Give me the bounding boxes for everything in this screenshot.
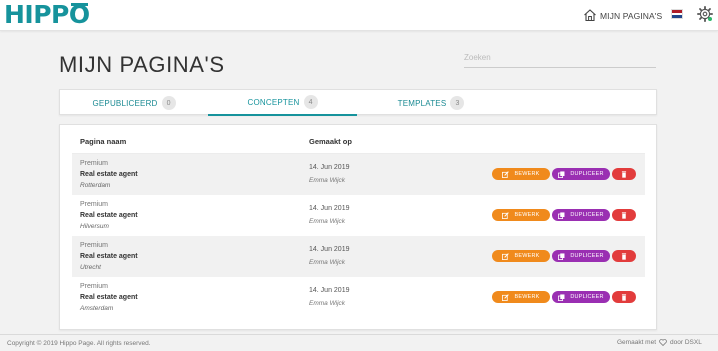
tab-count-badge: 0	[161, 96, 176, 110]
trash-icon	[621, 252, 627, 260]
tab-published[interactable]: GEPUBLICEERD 0	[60, 90, 208, 116]
page-name[interactable]: Real estate agent	[80, 171, 138, 178]
logo[interactable]: HIPPO	[4, 2, 90, 28]
edit-button[interactable]: BEWERK	[492, 250, 550, 262]
created-date: 14. Jun 2019	[309, 205, 350, 212]
page-tier: Premium	[80, 242, 109, 249]
tab-count-badge: 4	[303, 95, 318, 109]
edit-icon	[502, 293, 510, 301]
duplicate-label: DUPLICEER	[570, 253, 604, 259]
table-row: Premium Real estate agent Amsterdam 14. …	[72, 277, 645, 318]
home-icon[interactable]	[583, 8, 597, 22]
edit-label: BEWERK	[514, 171, 540, 177]
copyright-text: Copyright © 2019 Hippo Page. All rights …	[7, 340, 151, 347]
trash-icon	[621, 293, 627, 301]
created-date: 14. Jun 2019	[309, 246, 350, 253]
page-tier: Premium	[80, 160, 109, 167]
column-header-created: Gemaakt op	[309, 137, 352, 146]
trash-icon	[621, 211, 627, 219]
delete-button[interactable]	[612, 209, 636, 221]
page-location: Hilversum	[80, 223, 109, 230]
duplicate-button[interactable]: DUPLICEER	[552, 250, 610, 262]
tab-label: CONCEPTEN	[247, 97, 300, 107]
duplicate-label: DUPLICEER	[570, 171, 604, 177]
copy-icon	[558, 170, 565, 178]
trash-icon	[621, 170, 627, 178]
tab-templates[interactable]: TEMPLATES 3	[357, 90, 505, 116]
table-row: Premium Real estate agent Rotterdam 14. …	[72, 154, 645, 195]
copy-icon	[558, 293, 565, 301]
created-date: 14. Jun 2019	[309, 287, 350, 294]
page-location: Amsterdam	[80, 305, 114, 312]
page-tier: Premium	[80, 201, 109, 208]
copy-icon	[558, 252, 565, 260]
edit-button[interactable]: BEWERK	[492, 168, 550, 180]
created-by: Emma Wijck	[309, 259, 346, 266]
edit-label: BEWERK	[514, 253, 540, 259]
table-row: Premium Real estate agent Utrecht 14. Ju…	[72, 236, 645, 277]
made-with-suffix[interactable]: door DSXL	[670, 339, 702, 346]
column-header-page-name: Pagina naam	[80, 137, 127, 146]
top-bar: HIPPO MIJN PAGINA'S	[0, 0, 718, 31]
search-input[interactable]	[464, 48, 656, 68]
page-location: Rotterdam	[80, 182, 111, 189]
heart-icon	[659, 339, 667, 346]
table-row: Premium Real estate agent Hilversum 14. …	[72, 195, 645, 236]
page-name[interactable]: Real estate agent	[80, 212, 138, 219]
created-by: Emma Wijck	[309, 300, 346, 307]
made-with-credit: Gemaakt met door DSXL	[617, 339, 702, 346]
page-name[interactable]: Real estate agent	[80, 253, 138, 260]
language-flag-nl[interactable]	[671, 9, 683, 19]
edit-icon	[502, 252, 510, 260]
created-by: Emma Wijck	[309, 218, 346, 225]
page-location: Utrecht	[80, 264, 101, 271]
delete-button[interactable]	[612, 168, 636, 180]
created-by: Emma Wijck	[309, 177, 346, 184]
pages-table: Pagina naam Gemaakt op Premium Real esta…	[59, 124, 657, 330]
created-date: 14. Jun 2019	[309, 164, 350, 171]
made-with-prefix: Gemaakt met	[617, 339, 657, 346]
edit-label: BEWERK	[514, 212, 540, 218]
edit-button[interactable]: BEWERK	[492, 209, 550, 221]
page-tier: Premium	[80, 283, 109, 290]
tab-concepts[interactable]: CONCEPTEN 4	[208, 90, 357, 116]
delete-button[interactable]	[612, 291, 636, 303]
edit-icon	[502, 211, 510, 219]
duplicate-button[interactable]: DUPLICEER	[552, 209, 610, 221]
edit-label: BEWERK	[514, 294, 540, 300]
duplicate-button[interactable]: DUPLICEER	[552, 168, 610, 180]
footer-divider	[0, 334, 718, 335]
tab-label: GEPUBLICEERD	[92, 98, 158, 108]
edit-button[interactable]: BEWERK	[492, 291, 550, 303]
tab-label: TEMPLATES	[397, 98, 447, 108]
nav-my-pages[interactable]: MIJN PAGINA'S	[600, 11, 662, 21]
status-indicator	[708, 17, 712, 21]
page-name[interactable]: Real estate agent	[80, 294, 138, 301]
page-title: MIJN PAGINA'S	[59, 52, 225, 77]
copy-icon	[558, 211, 565, 219]
edit-icon	[502, 170, 510, 178]
tab-count-badge: 3	[450, 96, 465, 110]
duplicate-label: DUPLICEER	[570, 294, 604, 300]
duplicate-label: DUPLICEER	[570, 212, 604, 218]
tab-bar: GEPUBLICEERD 0 CONCEPTEN 4 TEMPLATES 3	[59, 89, 657, 116]
delete-button[interactable]	[612, 250, 636, 262]
duplicate-button[interactable]: DUPLICEER	[552, 291, 610, 303]
